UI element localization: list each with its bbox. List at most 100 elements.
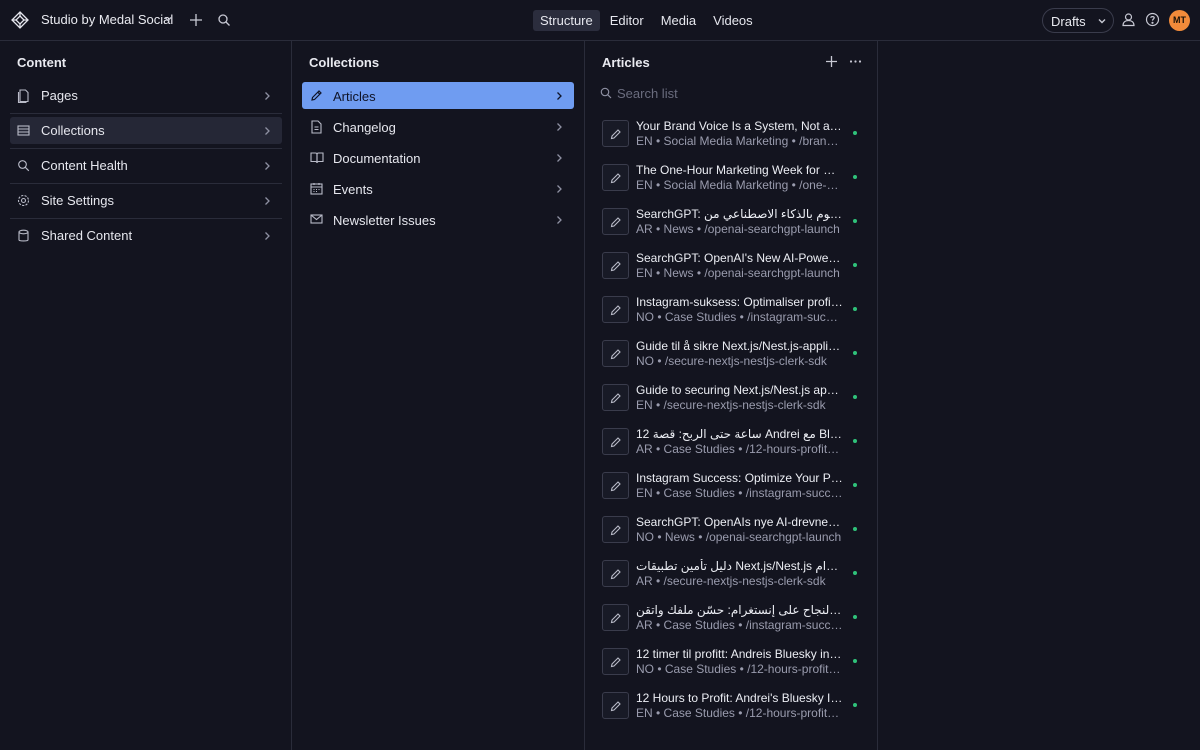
article-thumbnail — [602, 516, 629, 543]
studio-logo-icon[interactable] — [11, 11, 29, 29]
published-status-dot — [853, 615, 857, 619]
collection-item-label: Newsletter Issues — [333, 213, 436, 228]
content-item-label: Shared Content — [41, 228, 133, 243]
collection-item-documentation[interactable]: Documentation — [302, 144, 574, 171]
collection-item-label: Events — [333, 182, 373, 197]
article-list-item[interactable]: The One-Hour Marketing Week for Small Te… — [602, 163, 864, 198]
published-status-dot — [853, 571, 857, 575]
collection-item-events[interactable]: Events — [302, 175, 574, 202]
article-list-item[interactable]: SearchGPT: OpenAIs nye AI-drevne søkemot… — [602, 515, 864, 550]
published-status-dot — [853, 131, 857, 135]
tab-editor[interactable]: Editor — [603, 10, 651, 31]
collection-item-newsletter-issues[interactable]: Newsletter Issues — [302, 206, 574, 233]
published-status-dot — [853, 483, 857, 487]
article-title: Your Brand Voice Is a System, Not a Vibe — [636, 119, 843, 133]
article-subtitle: EN • Social Media Marketing • /one-hour-… — [636, 178, 843, 192]
divider — [10, 183, 282, 184]
article-title: Instagram-suksess: Optimaliser profilen … — [636, 295, 843, 309]
chevron-right-icon — [555, 215, 563, 225]
book-icon — [310, 151, 324, 164]
published-status-dot — [853, 175, 857, 179]
articles-pane: Articles Your Brand Voice Is a System, N… — [585, 41, 878, 750]
article-subtitle: EN • Case Studies • /instagram-success-o… — [636, 486, 843, 500]
article-thumbnail — [602, 692, 629, 719]
article-title: The One-Hour Marketing Week for Small Te… — [636, 163, 843, 177]
list-icon — [17, 124, 30, 137]
add-document-icon[interactable] — [825, 55, 838, 68]
article-list-item[interactable]: النجاح على إنستغرام: حسّن ملفك واتقن Ree… — [602, 603, 864, 638]
article-thumbnail — [602, 384, 629, 411]
article-list-item[interactable]: Instagram Success: Optimize Your Profile… — [602, 471, 864, 506]
tab-media[interactable]: Media — [654, 10, 703, 31]
article-title: 12 ساعة حتى الربح: قصة Andrei مع Bluesky — [636, 427, 843, 441]
tab-videos[interactable]: Videos — [706, 10, 760, 31]
article-thumbnail — [602, 428, 629, 455]
chevron-right-icon — [263, 91, 271, 101]
article-list-item[interactable]: Guide til å sikre Next.js/Nest.js-applik… — [602, 339, 864, 374]
collection-item-label: Documentation — [333, 151, 421, 166]
content-item-collections[interactable]: Collections — [10, 117, 282, 144]
content-item-content-health[interactable]: Content Health — [10, 152, 282, 179]
search-list-input[interactable] — [617, 83, 857, 103]
tab-structure[interactable]: Structure — [533, 10, 600, 31]
article-title: 12 Hours to Profit: Andrei's Bluesky Ind… — [636, 691, 843, 705]
content-item-label: Collections — [41, 123, 105, 138]
collection-item-label: Changelog — [333, 120, 396, 135]
pane-title: Articles — [602, 55, 650, 70]
article-title: SearchGPT: OpenAI's New AI-Powered Searc… — [636, 251, 843, 265]
content-item-site-settings[interactable]: Site Settings — [10, 187, 282, 214]
divider — [10, 113, 282, 114]
content-item-pages[interactable]: Pages — [10, 82, 282, 109]
envelope-icon — [310, 213, 323, 225]
global-search-icon[interactable] — [217, 13, 231, 27]
chevron-down-icon[interactable] — [163, 14, 173, 24]
chevron-right-icon — [555, 122, 563, 132]
published-status-dot — [853, 703, 857, 707]
content-item-shared-content[interactable]: Shared Content — [10, 222, 282, 249]
article-list-item[interactable]: 12 timer til profitt: Andreis Bluesky in… — [602, 647, 864, 682]
article-list-item[interactable]: Guide to securing Next.js/Nest.js applic… — [602, 383, 864, 418]
top-bar: Studio by Medal Social Structure Editor … — [0, 0, 1200, 41]
published-status-dot — [853, 263, 857, 267]
workspace-name[interactable]: Studio by Medal Social — [41, 12, 173, 27]
document-icon — [17, 89, 30, 103]
article-subtitle: NO • /secure-nextjs-nestjs-clerk-sdk — [636, 354, 827, 368]
tool-tabs: Structure Editor Media Videos — [533, 10, 763, 31]
article-title: SearchGPT: محرك بحث مدعوم بالذكاء الاصطن… — [636, 207, 843, 221]
chevron-right-icon — [263, 196, 271, 206]
article-subtitle: AR • News • /openai-searchgpt-launch — [636, 222, 840, 236]
pane-title: Content — [17, 55, 67, 70]
article-subtitle: EN • Case Studies • /12-hours-profit-blu… — [636, 706, 843, 720]
article-list-item[interactable]: Instagram-suksess: Optimaliser profilen … — [602, 295, 864, 330]
article-thumbnail — [602, 120, 629, 147]
article-list-item[interactable]: Your Brand Voice Is a System, Not a Vibe… — [602, 119, 864, 154]
article-thumbnail — [602, 296, 629, 323]
article-list-item[interactable]: SearchGPT: OpenAI's New AI-Powered Searc… — [602, 251, 864, 286]
article-subtitle: AR • Case Studies • /instagram-success-o… — [636, 618, 843, 632]
article-list-item[interactable]: SearchGPT: محرك بحث مدعوم بالذكاء الاصطن… — [602, 207, 864, 242]
article-title: النجاح على إنستغرام: حسّن ملفك واتقن Ree… — [636, 603, 843, 617]
help-icon[interactable] — [1145, 12, 1160, 27]
chevron-right-icon — [555, 153, 563, 163]
chevron-right-icon — [263, 161, 271, 171]
published-status-dot — [853, 351, 857, 355]
article-list-item[interactable]: 12 Hours to Profit: Andrei's Bluesky Ind… — [602, 691, 864, 726]
presence-icon[interactable] — [1121, 12, 1136, 27]
create-new-icon[interactable] — [189, 13, 203, 27]
pane-title: Collections — [309, 55, 380, 70]
collection-item-changelog[interactable]: Changelog — [302, 113, 574, 140]
article-list-item[interactable]: دليل تأمين تطبيقات Next.js/Nest.js باستخ… — [602, 559, 864, 594]
database-icon — [17, 229, 30, 243]
more-options-icon[interactable] — [849, 55, 862, 68]
calendar-icon — [310, 182, 323, 195]
article-subtitle: NO • Case Studies • /instagram-success-o… — [636, 310, 843, 324]
published-status-dot — [853, 439, 857, 443]
article-title: Instagram Success: Optimize Your Profile — [636, 471, 843, 485]
article-title: دليل تأمين تطبيقات Next.js/Nest.js باستخ… — [636, 559, 843, 573]
article-title: Guide to securing Next.js/Nest.js applic… — [636, 383, 843, 397]
user-avatar[interactable]: MT — [1169, 10, 1190, 31]
document-icon — [310, 120, 323, 134]
article-list-item[interactable]: 12 ساعة حتى الربح: قصة Andrei مع Bluesky… — [602, 427, 864, 462]
collection-item-articles[interactable]: Articles — [302, 82, 574, 109]
perspective-select[interactable]: Drafts — [1042, 8, 1114, 33]
